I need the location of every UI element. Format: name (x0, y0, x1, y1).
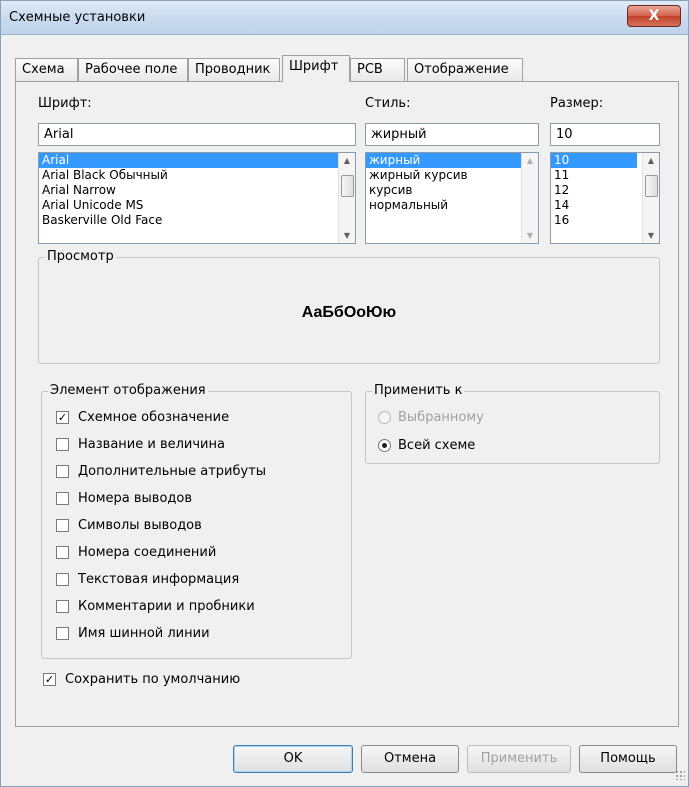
checkbox-label: Схемное обозначение (78, 410, 230, 425)
checkbox-box[interactable]: ✓ (43, 673, 56, 686)
size-list-scrollbar[interactable]: ▲ ▼ (642, 153, 659, 243)
font-tab-panel: Шрифт: Arial Arial Arial Black Обычный A… (15, 81, 679, 727)
checkbox-box[interactable] (56, 546, 69, 559)
font-list-item[interactable]: Arial Unicode MS (39, 198, 355, 213)
style-list[interactable]: жирный жирный курсив курсив нормальный ▲… (365, 152, 539, 244)
checkbox-box[interactable] (56, 573, 69, 586)
tab-conductor[interactable]: Проводник (188, 58, 280, 82)
scroll-thumb[interactable] (341, 175, 354, 197)
cancel-button[interactable]: Отмена (361, 745, 459, 773)
radio-label: Выбранному (398, 410, 484, 425)
close-icon: X (648, 8, 660, 24)
size-input[interactable]: 10 (550, 123, 660, 146)
font-label: Шрифт: (38, 96, 92, 111)
close-button[interactable]: X (627, 5, 681, 27)
display-elements-group: Элемент отображения ✓ Схемное обозначени… (41, 383, 352, 659)
help-button[interactable]: Помощь (579, 745, 677, 773)
scroll-up-icon[interactable]: ▲ (339, 153, 355, 168)
radio-dot (382, 443, 387, 448)
checkbox-box[interactable]: ✓ (56, 411, 69, 424)
scroll-down-icon[interactable]: ▼ (522, 228, 538, 243)
checkbox-box[interactable] (56, 492, 69, 505)
style-list-item[interactable]: жирный (366, 153, 538, 168)
radio-circle[interactable] (378, 411, 391, 424)
style-list-item[interactable]: нормальный (366, 198, 538, 213)
preview-title: Просмотр (45, 249, 116, 264)
style-input[interactable]: жирный (365, 123, 539, 146)
style-list-item[interactable]: курсив (366, 183, 538, 198)
font-input[interactable]: Arial (38, 123, 356, 146)
checkbox-label: Дополнительные атрибуты (78, 464, 267, 479)
apply-to-group: Применить к Выбранному Всей схеме (365, 383, 660, 464)
font-list-scrollbar[interactable]: ▲ ▼ (338, 153, 355, 243)
checkbox-label: Номера соединений (78, 545, 217, 560)
checkbox-label: Номера выводов (78, 491, 193, 506)
tab-pcb[interactable]: PCB (350, 58, 405, 82)
checkbox-label: Символы выводов (78, 518, 202, 533)
checkbox-box[interactable] (56, 465, 69, 478)
style-list-scrollbar[interactable]: ▲ ▼ (521, 153, 538, 243)
checkbox-label: Название и величина (78, 437, 225, 452)
checkbox-box[interactable] (56, 519, 69, 532)
apply-to-title: Применить к (372, 383, 465, 398)
style-list-item[interactable]: жирный курсив (366, 168, 538, 183)
resize-grip-icon[interactable] (675, 770, 685, 780)
scroll-up-icon[interactable]: ▲ (522, 153, 538, 168)
scroll-thumb[interactable] (645, 175, 658, 197)
checkbox-box[interactable] (56, 627, 69, 640)
checkbox-box[interactable] (56, 600, 69, 613)
radio-label: Всей схеме (398, 438, 476, 453)
preview-sample: АаБбОоЮю (301, 304, 397, 321)
tab-display[interactable]: Отображение (407, 58, 523, 82)
checkbox-label: Комментарии и пробники (78, 599, 255, 614)
size-list[interactable]: 10 11 12 14 16 ▲ ▼ (550, 152, 660, 244)
style-label: Стиль: (365, 96, 411, 111)
tab-font[interactable]: Шрифт (282, 55, 350, 82)
scroll-up-icon[interactable]: ▲ (643, 153, 659, 168)
preview-group: Просмотр АаБбОоЮю (38, 249, 660, 364)
font-list-item[interactable]: Arial (39, 153, 355, 168)
font-list-item[interactable]: Baskerville Old Face (39, 213, 355, 228)
size-list-item[interactable]: 10 (551, 153, 637, 168)
apply-button[interactable]: Применить (467, 745, 571, 773)
title-bar[interactable]: Схемные установки X (1, 1, 688, 35)
font-list-item[interactable]: Arial Black Обычный (39, 168, 355, 183)
tab-workspace[interactable]: Рабочее поле (78, 58, 188, 82)
ok-button[interactable]: OK (233, 745, 353, 773)
display-elements-title: Элемент отображения (48, 383, 208, 398)
scroll-down-icon[interactable]: ▼ (643, 228, 659, 243)
checkbox-label: Сохранить по умолчанию (65, 672, 241, 687)
checkbox-label: Имя шинной линии (78, 626, 210, 641)
tab-schema[interactable]: Схема (15, 58, 78, 82)
checkbox-box[interactable] (56, 438, 69, 451)
settings-dialog: Схемные установки X Схема Рабочее поле П… (0, 0, 689, 787)
scroll-down-icon[interactable]: ▼ (339, 228, 355, 243)
size-label: Размер: (550, 96, 604, 111)
radio-circle[interactable] (378, 439, 391, 452)
font-list-item[interactable]: Arial Narrow (39, 183, 355, 198)
checkbox-label: Текстовая информация (78, 572, 240, 587)
window-title: Схемные установки (9, 10, 146, 25)
font-list[interactable]: Arial Arial Black Обычный Arial Narrow A… (38, 152, 356, 244)
